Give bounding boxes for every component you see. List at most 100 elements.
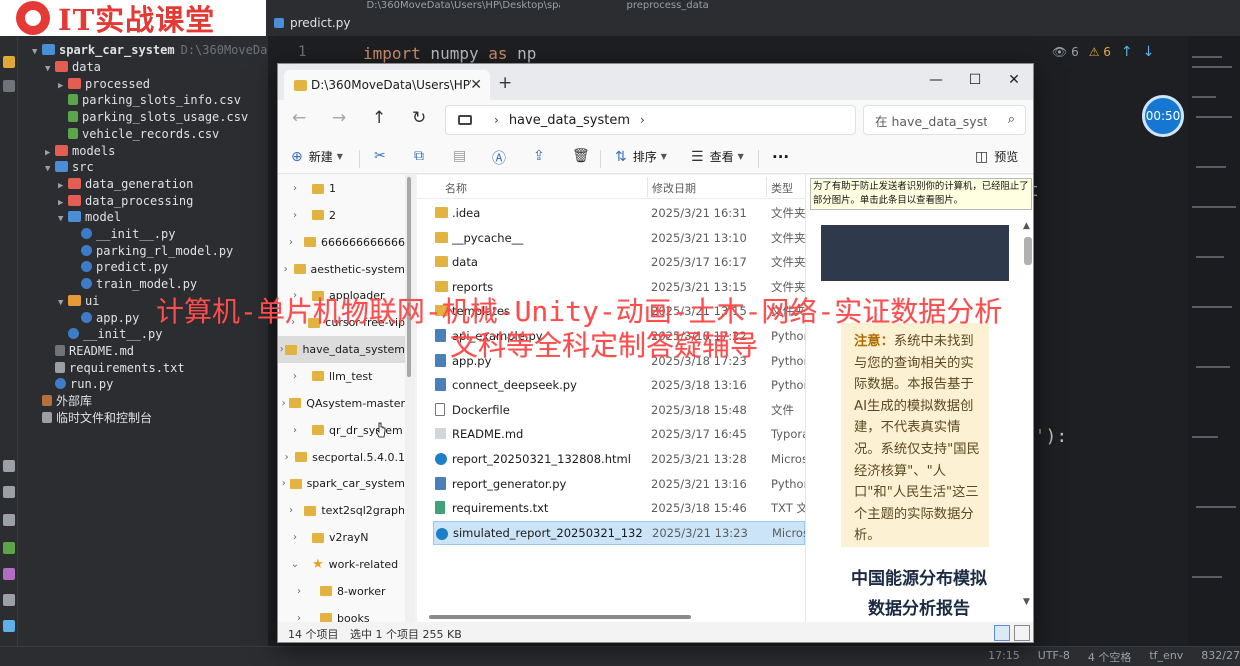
nav-item[interactable]: › 666666666666 <box>278 229 405 256</box>
large-icons-view-icon[interactable] <box>1014 625 1030 641</box>
file-row[interactable]: README.md 2025/3/17 16:45 Typora <box>433 422 805 446</box>
chevron-right-icon[interactable]: › <box>278 183 312 194</box>
copy-button[interactable]: ⧉ <box>414 148 430 164</box>
sort-button[interactable]: ⇅ 排序 ▼ <box>615 148 667 165</box>
tab-preprocess-data[interactable]: preprocess_data <box>620 0 718 11</box>
chevron-right-icon[interactable]: › <box>278 613 320 622</box>
close-tab-icon[interactable]: ✕ <box>470 77 482 93</box>
explorer-tab[interactable]: D:\360MoveData\Users\HP\ ✕ <box>284 70 490 100</box>
breadcrumb-folder[interactable]: have_data_system <box>509 113 630 128</box>
file-row[interactable]: report_generator.py 2025/3/21 13:16 Python <box>433 472 805 496</box>
blocked-images-notice[interactable]: 为了有助于防止发送者识别你的计算机，已经阻止了部分图片。单击此条目以查看图片。 <box>810 178 1032 210</box>
address-bar[interactable]: › have_data_system › <box>445 105 856 135</box>
inspection-widget[interactable]: 👁 6 ⚠ 6 ↑ ↓ <box>1052 44 1154 60</box>
close-button[interactable]: ✕ <box>997 67 1031 93</box>
chevron-right-icon[interactable]: › <box>278 398 289 409</box>
tree-item[interactable]: ▼ ui <box>58 293 99 310</box>
tree-item[interactable]: vehicle_records.csv <box>58 126 219 143</box>
nav-item[interactable]: › have_data_system <box>278 336 405 364</box>
nav-item[interactable]: › v2rayN <box>278 524 405 551</box>
layers-icon[interactable] <box>3 514 15 526</box>
tree-item[interactable]: 临时文件和控制台 <box>32 410 152 427</box>
chevron-right-icon[interactable]: › <box>278 505 304 516</box>
back-arrow-icon[interactable]: ← <box>292 108 306 128</box>
tree-item[interactable]: ▶ data_processing <box>58 193 193 210</box>
nav-item[interactable]: › aesthetic-system <box>278 256 405 283</box>
up-arrow-icon[interactable]: ↑ <box>372 108 386 128</box>
search-input[interactable]: 在 have_data_system 中搜索 <box>875 111 987 130</box>
tree-item[interactable]: ▼ data <box>45 59 101 76</box>
paste-button[interactable]: ▤ <box>453 148 472 164</box>
delete-button[interactable]: 🗑 <box>572 148 596 164</box>
maximize-button[interactable]: ☐ <box>958 67 992 93</box>
tree-item[interactable]: __init__.py <box>58 326 162 343</box>
nav-item[interactable]: › secportal.5.4.0.1 <box>278 444 405 471</box>
file-row[interactable]: simulated_report_20250321_132303.html 202… <box>433 520 805 545</box>
nav-item[interactable]: › QAsystem-master <box>278 390 405 417</box>
chevron-right-icon[interactable]: › <box>278 478 290 489</box>
nav-item[interactable]: ⌄ ★ work-related <box>278 551 405 578</box>
tree-item[interactable]: ▶ processed <box>58 76 150 93</box>
recording-timer[interactable]: 00:50 <box>1142 95 1184 137</box>
tree-item[interactable]: __init__.py <box>71 226 175 243</box>
file-row[interactable]: connect_deepseek.py 2025/3/18 13:16 Python <box>433 373 805 397</box>
tab-path[interactable]: D:\360MoveData\Users\HP\Desktop\spark_c.… <box>360 0 560 10</box>
tree-item[interactable]: requirements.txt <box>45 360 185 377</box>
tree-item[interactable]: ▼ src <box>45 159 94 176</box>
view-button[interactable]: ☰ 查看 ▼ <box>691 148 744 165</box>
new-button[interactable]: ⊕ 新建 ▼ <box>291 148 343 165</box>
chevron-right-icon[interactable]: › <box>278 586 320 597</box>
project-tool-icon[interactable] <box>3 56 15 68</box>
file-row[interactable]: .idea 2025/3/21 16:31 文件夹 <box>433 201 805 225</box>
tab-predict-py[interactable]: predict.py <box>268 0 360 36</box>
navigation-scrollbar[interactable] <box>405 175 415 622</box>
tree-item[interactable]: parking_rl_model.py <box>71 243 233 260</box>
file-encoding[interactable]: UTF-8 <box>1038 649 1070 665</box>
new-tab-button[interactable]: + <box>498 73 512 93</box>
chevron-right-icon[interactable]: › <box>278 344 285 355</box>
next-issue-icon[interactable]: ↓ <box>1143 44 1155 60</box>
chevron-down-icon[interactable]: ⌄ <box>278 559 312 570</box>
chevron-right-icon[interactable]: › <box>278 210 312 221</box>
file-row[interactable]: Dockerfile 2025/3/18 15:48 文件 <box>433 398 805 422</box>
tree-root[interactable]: ▼ spark_car_system D:\360MoveDa <box>32 42 267 59</box>
tree-item[interactable]: README.md <box>45 343 134 360</box>
file-row[interactable]: __pycache__ 2025/3/21 13:10 文件夹 <box>433 226 805 250</box>
terminal-icon[interactable] <box>3 568 15 580</box>
file-row[interactable]: data 2025/3/17 16:17 文件夹 <box>433 250 805 274</box>
tree-item[interactable]: ▶ data_generation <box>58 176 193 193</box>
services-icon[interactable] <box>3 486 15 498</box>
chevron-right-icon[interactable]: › <box>278 237 304 248</box>
python-packages-icon[interactable] <box>3 460 15 472</box>
more-tools-icon[interactable] <box>3 80 15 92</box>
chevron-right-icon[interactable]: › <box>278 371 312 382</box>
tree-item[interactable]: 外部库 <box>32 393 92 410</box>
minimize-button[interactable]: — <box>919 67 953 93</box>
scroll-down-icon[interactable]: ▼ <box>1023 597 1030 607</box>
rename-button[interactable]: Ⓐ <box>492 148 512 168</box>
preview-scrollbar[interactable]: ▲ ▼ <box>1022 221 1033 611</box>
cut-button[interactable]: ✂ <box>374 148 392 164</box>
indent-setting[interactable]: 4 个空格 <box>1088 649 1132 665</box>
chevron-right-icon[interactable]: › <box>278 264 294 275</box>
nav-item[interactable]: › 8-worker <box>278 578 405 605</box>
nav-item[interactable]: › 2 <box>278 202 405 229</box>
tree-item[interactable]: ▼ model <box>58 209 121 226</box>
tree-item[interactable]: parking_slots_usage.csv <box>58 109 248 126</box>
cursor-position[interactable]: 17:15 <box>988 649 1020 665</box>
git-icon[interactable] <box>3 620 15 632</box>
nav-item[interactable]: › 1 <box>278 175 405 202</box>
nav-item[interactable]: › books <box>278 605 405 622</box>
chevron-right-icon[interactable]: › <box>640 113 645 127</box>
chevron-right-icon[interactable]: › <box>278 532 312 543</box>
share-button[interactable]: ⇪ <box>533 148 551 164</box>
refresh-icon[interactable]: ↻ <box>412 108 426 128</box>
tree-item[interactable]: parking_slots_info.csv <box>58 92 241 109</box>
problems-icon[interactable] <box>3 594 15 606</box>
tree-item[interactable]: run.py <box>45 376 113 393</box>
memory-indicator[interactable]: 832/27 <box>1201 649 1240 665</box>
file-row[interactable]: report_20250321_132808.html 2025/3/21 13:… <box>433 447 805 471</box>
nav-item[interactable]: › text2sql2graph <box>278 497 405 524</box>
search-box[interactable]: 在 have_data_system 中搜索 ⌕ <box>863 105 1026 135</box>
preview-pane-button[interactable]: ◫ 预览 <box>975 148 1018 165</box>
